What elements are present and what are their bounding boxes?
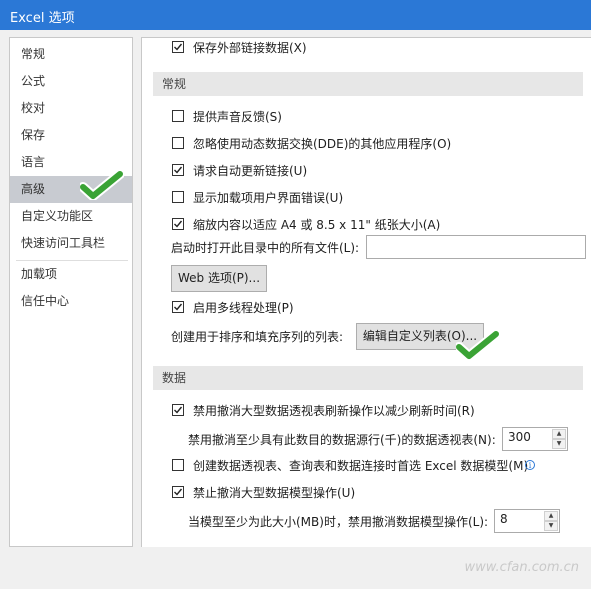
check-icon (174, 488, 183, 496)
checkbox[interactable] (172, 164, 184, 176)
option-provide-feedback-with-sound[interactable]: 提供声音反馈(S) (172, 107, 472, 127)
checkbox[interactable] (172, 41, 184, 53)
category-sidebar: 常规 公式 校对 保存 语言 高级 自定义功能区 快速访问工具栏 加载项 信任中… (9, 37, 133, 547)
checkbox[interactable] (172, 459, 184, 471)
check-icon (174, 43, 183, 51)
model-size-value: 8 (500, 512, 508, 526)
option-label: 请求自动更新链接(U) (193, 164, 308, 178)
watermark: www.cfan.com.cn (464, 560, 579, 575)
title-bar: Excel 选项 (0, 0, 591, 30)
option-ask-to-update-links[interactable]: 请求自动更新链接(U) (172, 161, 472, 181)
option-scale-content-to-paper[interactable]: 缩放内容以适应 A4 或 8.5 x 11" 纸张大小(A) (172, 215, 572, 235)
option-label: 禁用撤消大型数据透视表刷新操作以减少刷新时间(R) (193, 404, 475, 418)
sidebar-item-customize-ribbon[interactable]: 自定义功能区 (10, 203, 132, 230)
web-options-button[interactable]: Web 选项(P)... (171, 265, 267, 292)
option-disable-undo-pivot-refresh[interactable]: 禁用撤消大型数据透视表刷新操作以减少刷新时间(R) (172, 401, 572, 421)
section-header-general: 常规 (153, 72, 583, 96)
sidebar-item-general[interactable]: 常规 (10, 41, 132, 68)
stepper-down-arrow-icon[interactable]: ▼ (544, 521, 558, 531)
option-label: 缩放内容以适应 A4 或 8.5 x 11" 纸张大小(A) (193, 218, 441, 232)
option-disable-undo-data-model[interactable]: 禁止撤消大型数据模型操作(U) (172, 483, 472, 503)
checkbox[interactable] (172, 110, 184, 122)
checkbox[interactable] (172, 486, 184, 498)
green-checkmark-icon (80, 170, 124, 200)
option-label: 显示加载项用户界面错误(U) (193, 191, 344, 205)
sidebar-item-quick-access-toolbar[interactable]: 快速访问工具栏 (10, 230, 132, 257)
check-icon (174, 166, 183, 174)
option-enable-multithreaded-processing[interactable]: 启用多线程处理(P) (172, 298, 472, 318)
check-icon (174, 220, 183, 228)
stepper-arrows: ▲ ▼ (552, 429, 566, 449)
checkbox[interactable] (172, 301, 184, 313)
sidebar-item-proofing[interactable]: 校对 (10, 95, 132, 122)
custom-lists-label: 创建用于排序和填充序列的列表: (171, 330, 344, 344)
stepper-down-arrow-icon[interactable]: ▼ (552, 439, 566, 449)
option-save-external-link-values[interactable]: 保存外部链接数据(X) (172, 38, 472, 58)
option-label: 忽略使用动态数据交换(DDE)的其他应用程序(O) (193, 137, 452, 151)
pivot-rows-stepper[interactable]: 300 ▲ ▼ (502, 427, 568, 451)
sidebar-item-formulas[interactable]: 公式 (10, 68, 132, 95)
stepper-up-arrow-icon[interactable]: ▲ (552, 429, 566, 439)
sidebar-item-trust-center[interactable]: 信任中心 (10, 288, 132, 315)
check-icon (174, 303, 183, 311)
model-size-label: 当模型至少为此大小(MB)时，禁用撤消数据模型操作(L): (188, 515, 489, 529)
info-icon[interactable]: i (525, 460, 535, 470)
checkbox[interactable] (172, 218, 184, 230)
checkbox[interactable] (172, 137, 184, 149)
option-label: 禁止撤消大型数据模型操作(U) (193, 486, 356, 500)
startup-folder-label: 启动时打开此目录中的所有文件(L): (171, 241, 360, 255)
window-title: Excel 选项 (10, 11, 75, 26)
option-show-add-in-ui-errors[interactable]: 显示加载项用户界面错误(U) (172, 188, 472, 208)
option-ignore-dde-applications[interactable]: 忽略使用动态数据交换(DDE)的其他应用程序(O) (172, 134, 552, 154)
sidebar-item-save[interactable]: 保存 (10, 122, 132, 149)
model-size-stepper[interactable]: 8 ▲ ▼ (494, 509, 560, 533)
stepper-up-arrow-icon[interactable]: ▲ (544, 511, 558, 521)
options-scroll-area[interactable]: 保存外部链接数据(X) 常规 提供声音反馈(S) 忽略使用动态数据交换(DDE)… (142, 38, 591, 547)
sidebar-item-add-ins[interactable]: 加载项 (10, 261, 132, 288)
startup-folder-input[interactable] (366, 235, 586, 259)
stepper-arrows: ▲ ▼ (544, 511, 558, 531)
checkbox[interactable] (172, 191, 184, 203)
option-label: 启用多线程处理(P) (193, 301, 294, 315)
option-label: 创建数据透视表、查询表和数据连接时首选 Excel 数据模型(M) (193, 459, 529, 473)
advanced-options-panel: 保存外部链接数据(X) 常规 提供声音反馈(S) 忽略使用动态数据交换(DDE)… (141, 37, 591, 547)
pivot-rows-value: 300 (508, 430, 531, 444)
option-label: 保存外部链接数据(X) (193, 41, 307, 55)
check-icon (174, 406, 183, 414)
section-header-data: 数据 (153, 366, 583, 390)
pivot-rows-label: 禁用撤消至少具有此数目的数据源行(千)的数据透视表(N): (188, 433, 496, 447)
option-label: 提供声音反馈(S) (193, 110, 282, 124)
checkbox[interactable] (172, 404, 184, 416)
green-checkmark-icon (456, 330, 500, 360)
